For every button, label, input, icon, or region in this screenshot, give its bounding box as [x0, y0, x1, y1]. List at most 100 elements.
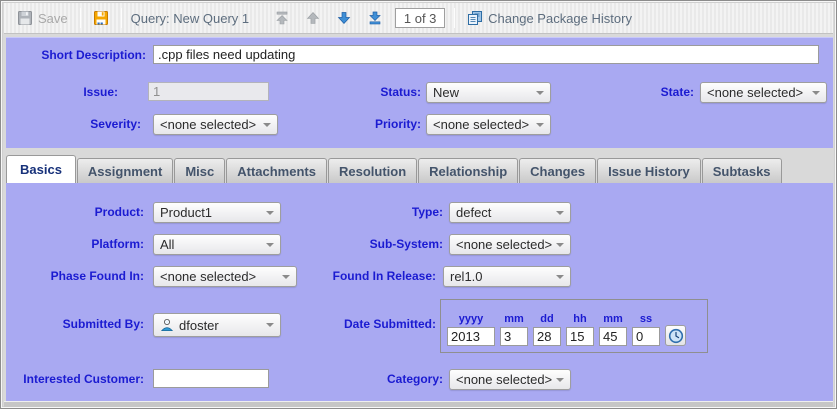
category-dropdown[interactable]: <none selected> [449, 369, 571, 390]
date-part-label: yyyy [459, 313, 483, 325]
chevron-down-icon [536, 91, 544, 95]
tab-attachments[interactable]: Attachments [226, 158, 327, 183]
interested-customer-label: Interested Customer: [6, 372, 144, 386]
submitted-by-value: dfoster [179, 318, 262, 333]
pick-time-button[interactable] [665, 325, 686, 346]
state-value: <none selected> [707, 85, 808, 100]
previous-item-button[interactable] [302, 8, 324, 28]
tab-misc[interactable]: Misc [174, 158, 225, 183]
priority-label: Priority: [281, 117, 421, 131]
date-part-label: dd [540, 313, 553, 325]
issue-editor-window: Save Query: New Query 1 [0, 0, 837, 409]
sub-system-label: Sub-System: [303, 237, 443, 251]
type-dropdown[interactable]: defect [449, 202, 571, 223]
date-submitted-group: yyyymmddhhmmss [440, 299, 708, 353]
tab-subtasks[interactable]: Subtasks [702, 158, 782, 183]
save-button[interactable]: Save [14, 8, 71, 28]
category-label: Category: [303, 372, 443, 386]
change-package-history-label: Change Package History [488, 11, 632, 26]
tab-bar: BasicsAssignmentMiscAttachmentsResolutio… [6, 155, 783, 183]
user-icon [160, 318, 174, 332]
chevron-down-icon [266, 323, 274, 327]
date-part-label: mm [504, 313, 524, 325]
issue-label: Issue: [6, 85, 118, 99]
query-label: Query: New Query 1 [131, 11, 250, 26]
found-in-release-label: Found In Release: [296, 269, 436, 283]
found-in-release-dropdown[interactable]: rel1.0 [443, 266, 571, 287]
date-part-input[interactable] [447, 327, 495, 346]
save-floppy-icon [17, 10, 33, 26]
last-item-button[interactable] [364, 8, 386, 28]
short-description-label: Short Description: [6, 48, 146, 62]
status-label: Status: [281, 85, 421, 99]
sub-system-dropdown[interactable]: <none selected> [449, 234, 571, 255]
chevron-down-icon [266, 243, 274, 247]
previous-item-icon [305, 10, 321, 26]
first-item-button[interactable] [271, 8, 293, 28]
state-dropdown[interactable]: <none selected> [700, 82, 827, 103]
submitted-by-dropdown[interactable]: dfoster [153, 313, 281, 337]
priority-dropdown[interactable]: <none selected> [426, 114, 551, 135]
status-dropdown[interactable]: New [426, 82, 551, 103]
platform-label: Platform: [6, 237, 144, 251]
basics-tab-panel: Product: Product1 Type: defect Platform:… [6, 183, 833, 401]
header-fields-panel: Short Description: Issue: Status: New St… [6, 37, 833, 148]
save-query-floppy-icon [93, 10, 109, 26]
change-package-history-button[interactable]: Change Package History [464, 8, 635, 28]
severity-label: Severity: [6, 117, 141, 131]
chevron-down-icon [536, 123, 544, 127]
platform-value: All [160, 237, 262, 252]
date-part-input[interactable] [533, 327, 561, 346]
date-part-label: mm [603, 313, 623, 325]
toolbar-separator [454, 8, 455, 28]
status-bar [4, 401, 833, 407]
toolbar-separator [121, 8, 122, 28]
date-part-input[interactable] [500, 327, 528, 346]
severity-value: <none selected> [160, 117, 259, 132]
next-item-button[interactable] [333, 8, 355, 28]
toolbar: Save Query: New Query 1 [4, 3, 833, 34]
platform-dropdown[interactable]: All [153, 234, 281, 255]
tab-basics[interactable]: Basics [6, 155, 76, 183]
severity-dropdown[interactable]: <none selected> [153, 114, 278, 135]
date-part-label: hh [573, 313, 586, 325]
chevron-down-icon [263, 123, 271, 127]
sub-system-value: <none selected> [456, 237, 552, 252]
product-label: Product: [6, 205, 144, 219]
date-part-input[interactable] [632, 327, 660, 346]
tab-resolution[interactable]: Resolution [328, 158, 417, 183]
date-submitted-label: Date Submitted: [296, 317, 436, 331]
type-label: Type: [303, 205, 443, 219]
phase-found-in-dropdown[interactable]: <none selected> [153, 266, 297, 287]
interested-customer-input[interactable] [153, 369, 269, 388]
date-part-input[interactable] [566, 327, 594, 346]
change-package-icon [467, 10, 483, 26]
toolbar-separator [80, 8, 81, 28]
chevron-down-icon [556, 211, 564, 215]
last-item-icon [367, 10, 383, 26]
status-value: New [433, 85, 532, 100]
chevron-down-icon [266, 211, 274, 215]
first-item-icon [274, 10, 290, 26]
product-dropdown[interactable]: Product1 [153, 202, 281, 223]
tab-assignment[interactable]: Assignment [77, 158, 173, 183]
tab-changes[interactable]: Changes [519, 158, 596, 183]
priority-value: <none selected> [433, 117, 532, 132]
next-item-icon [336, 10, 352, 26]
save-button-label: Save [38, 11, 68, 26]
record-position-input[interactable] [395, 8, 445, 28]
chevron-down-icon [282, 275, 290, 279]
product-value: Product1 [160, 205, 262, 220]
submitted-by-label: Submitted By: [6, 317, 144, 331]
category-value: <none selected> [456, 372, 552, 387]
short-description-input[interactable] [153, 45, 819, 64]
save-query-button[interactable] [90, 8, 112, 28]
tab-issue-history[interactable]: Issue History [597, 158, 701, 183]
type-value: defect [456, 205, 552, 220]
date-part-input[interactable] [599, 327, 627, 346]
clock-icon [668, 328, 684, 344]
chevron-down-icon [556, 378, 564, 382]
tab-relationship[interactable]: Relationship [418, 158, 518, 183]
state-label: State: [554, 85, 694, 99]
phase-found-in-label: Phase Found In: [6, 269, 144, 283]
